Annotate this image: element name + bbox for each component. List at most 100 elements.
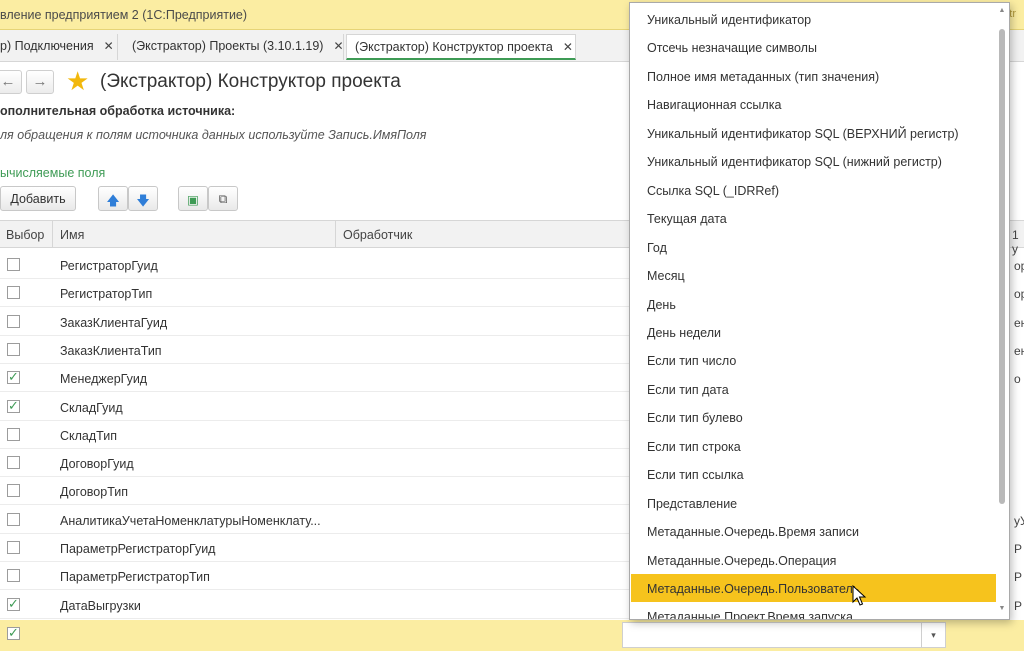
chevron-down-icon[interactable]: ▾ (922, 622, 946, 648)
table-row[interactable]: ЗаказКлиентаГуид (0, 308, 630, 336)
row-name: ЗаказКлиентаГуид (60, 315, 168, 330)
copy-icon[interactable]: ⧉ (208, 186, 238, 211)
close-icon[interactable]: ✕ (333, 39, 343, 53)
row-checkbox[interactable] (7, 484, 20, 498)
row-name: РегистраторГуид (60, 259, 158, 273)
row-right-fragment: Р (1014, 598, 1023, 613)
dropdown-item[interactable]: Уникальный идентификатор SQL (ВЕРХНИЙ ре… (631, 119, 996, 147)
favorite-star-icon[interactable]: ★ (66, 66, 89, 96)
dropdown-item[interactable]: Уникальный идентификатор SQL (нижний рег… (631, 147, 996, 175)
table-row[interactable]: ДоговорГуид (0, 449, 630, 478)
row-checkbox[interactable] (7, 456, 20, 470)
row-checkbox[interactable]: ✓ (7, 399, 20, 413)
table-row[interactable]: ПараметрРегистраторТип (0, 562, 630, 591)
page-title: (Экстрактор) Конструктор проекта (100, 71, 401, 92)
dropdown-item[interactable]: Ссылка SQL (_IDRRef) (631, 176, 996, 204)
dropdown-item[interactable]: Если тип строка (631, 432, 996, 460)
table-right-fragments: орорененоуУРРР (1008, 220, 1024, 620)
table-row[interactable]: СкладТип (0, 421, 630, 449)
row-checkbox[interactable] (7, 258, 20, 271)
dropdown-item[interactable]: Метаданные.Очередь.Пользователь (631, 574, 996, 602)
row-checkbox[interactable]: ✓ (7, 370, 20, 385)
row-checkbox[interactable] (7, 286, 20, 300)
scrollbar-thumb[interactable] (999, 29, 1005, 504)
row-checkbox[interactable] (7, 427, 20, 441)
table-row[interactable]: ДоговорТип (0, 477, 630, 506)
calculated-fields-link[interactable]: ычисляемые поля (0, 166, 105, 180)
row-right-fragment: Р (1014, 542, 1023, 556)
dropdown-item[interactable]: День недели (631, 318, 996, 346)
dropdown-scrollbar[interactable]: ▲ ▼ (997, 7, 1007, 617)
tab-label: р) Подключения (0, 39, 94, 53)
table-row[interactable]: РегистраторТип (0, 279, 630, 308)
row-name: МенеджерГуид (60, 372, 148, 387)
table-row[interactable]: ПараметрРегистраторГуид (0, 534, 630, 562)
row-checkbox[interactable] (7, 314, 20, 328)
dropdown-item[interactable]: День (631, 290, 996, 318)
window-title: вление предприятием 2 (1С:Предприятие) (0, 8, 248, 22)
dropdown-item[interactable]: Если тип дата (631, 375, 996, 403)
dropdown-item[interactable]: Месяц (631, 261, 996, 289)
dropdown-item[interactable]: Представление (631, 489, 996, 517)
tab-label: (Экстрактор) Проекты (3.10.1.19) (132, 39, 324, 53)
dropdown-item[interactable]: Навигационная ссылка (631, 90, 996, 118)
tab-connections[interactable]: р) Подключения ✕ (0, 34, 118, 60)
mouse-pointer-icon (852, 585, 867, 606)
row-name: АналитикаУчетаНоменклатурыНоменклату... (60, 513, 321, 528)
scroll-up-icon[interactable]: ▲ (998, 7, 1006, 14)
row-checkbox[interactable] (7, 512, 20, 526)
close-icon[interactable]: ✕ (104, 39, 114, 53)
table-row[interactable]: РегистраторГуид (0, 251, 630, 279)
row-right-fragment: ен (1014, 343, 1024, 358)
tab-label: (Экстрактор) Конструктор проекта (355, 40, 553, 54)
close-icon[interactable]: ✕ (563, 40, 573, 54)
handler-dropdown-list[interactable]: Уникальный идентификатор Отсечь незначащи… (629, 2, 1010, 620)
dropdown-item[interactable]: Метаданные.Очередь.Операция (631, 546, 996, 574)
row-checkbox[interactable] (7, 569, 20, 583)
dropdown-item[interactable]: Полное имя метаданных (тип значения) (631, 62, 996, 90)
table-row[interactable]: АналитикаУчетаНоменклатурыНоменклату... (0, 506, 630, 534)
row-checkbox[interactable]: ✓ (7, 597, 20, 611)
row-name: ДоговорГуид (60, 457, 134, 472)
row-name: РегистраторТип (60, 287, 153, 302)
column-header-handler[interactable]: Обработчик (343, 228, 412, 242)
dropdown-item[interactable]: Если тип булево (631, 403, 996, 431)
column-header-name[interactable]: Имя (60, 228, 84, 242)
scroll-down-icon[interactable]: ▼ (998, 605, 1006, 612)
dropdown-item[interactable]: Текущая дата (631, 204, 996, 232)
row-name: СкладТип (60, 428, 118, 443)
add-button[interactable]: Добавить (0, 186, 76, 211)
row-name: ДоговорТип (60, 485, 129, 500)
tab-project-constructor[interactable]: (Экстрактор) Конструктор проекта ✕ (346, 34, 576, 60)
dropdown-item[interactable]: Если тип ссылка (631, 460, 996, 488)
check-all-icon[interactable]: ▣ (178, 186, 208, 211)
row-name: ДатаВыгрузки (60, 598, 141, 613)
dropdown-item[interactable]: Отсечь незначащие символы (631, 33, 996, 61)
row-name: СкладГуид (60, 400, 123, 415)
dropdown-item[interactable]: Метаданные.Проект.Время запуска (631, 602, 996, 619)
row-right-fragment: ор (1014, 259, 1024, 273)
row-checkbox[interactable] (7, 541, 20, 554)
column-divider[interactable] (52, 221, 53, 248)
move-up-button[interactable]: 🡅 (98, 186, 128, 211)
handler-input[interactable] (622, 622, 922, 648)
tab-projects[interactable]: (Экстрактор) Проекты (3.10.1.19) ✕ (124, 34, 344, 60)
dropdown-item[interactable]: Метаданные.Очередь.Время записи (631, 517, 996, 545)
table-row[interactable]: ЗаказКлиентаТип (0, 336, 630, 364)
table-header: Выбор Имя Обработчик (0, 220, 630, 248)
back-button[interactable]: ← (0, 70, 22, 94)
forward-button[interactable]: → (26, 70, 54, 94)
column-header-select[interactable]: Выбор (6, 228, 44, 242)
row-right-fragment: уУ (1014, 513, 1024, 528)
row-name: ЗаказКлиентаТип (60, 343, 162, 358)
row-checkbox[interactable]: ✓ (7, 626, 20, 640)
dropdown-item[interactable]: Год (631, 233, 996, 261)
dropdown-item[interactable]: Уникальный идентификатор (631, 5, 996, 33)
table-row[interactable]: ✓ МенеджерГуид (0, 364, 630, 393)
move-down-button[interactable]: 🡇 (128, 186, 158, 211)
dropdown-item[interactable]: Если тип число (631, 346, 996, 374)
table-row[interactable]: ✓ ДатаВыгрузки (0, 591, 630, 619)
row-checkbox[interactable] (7, 342, 20, 356)
column-divider[interactable] (335, 221, 336, 248)
table-row[interactable]: ✓ СкладГуид (0, 393, 630, 421)
